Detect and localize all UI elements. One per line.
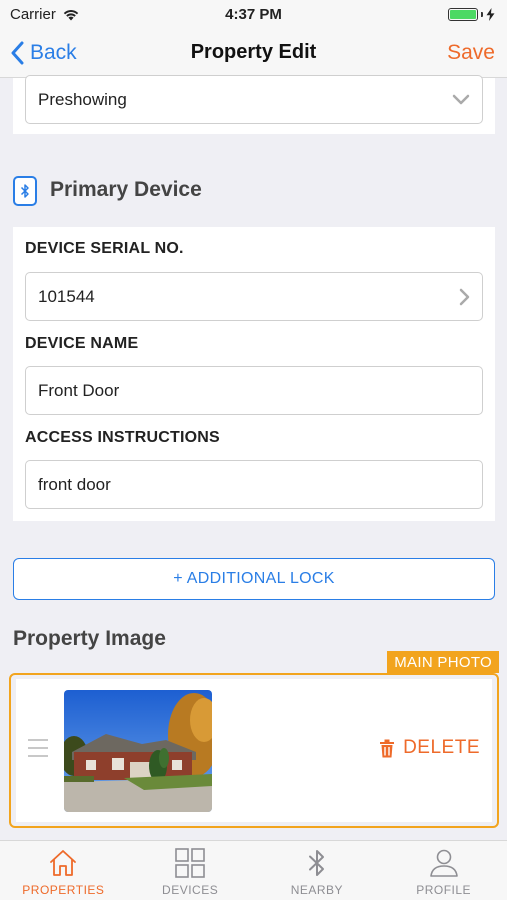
tab-profile[interactable]: PROFILE xyxy=(380,841,507,900)
device-name-label: DEVICE NAME xyxy=(25,335,139,352)
save-button[interactable]: Save xyxy=(447,28,495,78)
carrier-group: Carrier xyxy=(10,6,80,23)
tab-devices[interactable]: DEVICES xyxy=(127,841,254,900)
home-icon xyxy=(50,850,77,876)
back-label: Back xyxy=(30,41,77,64)
status-bar: Carrier 4:37 PM xyxy=(0,0,507,28)
tab-profile-label: PROFILE xyxy=(416,883,472,897)
bluetooth-device-icon xyxy=(13,176,37,206)
chevron-right-icon xyxy=(459,288,470,305)
page-title: Property Edit xyxy=(190,41,317,63)
person-icon xyxy=(429,849,458,877)
primary-device-card: DEVICE SERIAL NO. 101544 DEVICE NAME Fro… xyxy=(13,227,495,521)
drag-handle-icon[interactable] xyxy=(28,739,48,757)
wifi-icon xyxy=(63,9,79,20)
main-photo-frame: DELETE xyxy=(9,673,499,828)
tab-nearby[interactable]: NEARBY xyxy=(254,841,381,900)
property-image-title: Property Image xyxy=(13,627,166,650)
property-photo[interactable] xyxy=(64,690,212,812)
photo-row: DELETE xyxy=(16,679,492,822)
grid-icon xyxy=(175,848,205,878)
trash-icon xyxy=(380,739,395,757)
tab-nearby-label: NEARBY xyxy=(290,883,344,897)
device-name-value: Front Door xyxy=(38,380,120,400)
additional-lock-button[interactable]: + ADDITIONAL LOCK xyxy=(13,558,495,600)
carrier-label: Carrier xyxy=(10,5,56,23)
chevron-left-icon xyxy=(11,41,24,65)
status-select-value: Preshowing xyxy=(38,89,127,109)
tab-devices-label: DEVICES xyxy=(162,883,219,897)
main-photo-badge: MAIN PHOTO xyxy=(387,651,499,673)
access-instructions-label: ACCESS INSTRUCTIONS xyxy=(25,429,220,446)
delete-label: DELETE xyxy=(403,737,480,758)
access-instructions-value: front door xyxy=(38,474,111,494)
chevron-down-icon xyxy=(452,94,470,105)
bluetooth-icon xyxy=(308,850,324,876)
serial-label: DEVICE SERIAL NO. xyxy=(25,240,184,257)
tab-bar: PROPERTIES DEVICES NEARBY PROFILE xyxy=(0,840,507,900)
primary-device-title: Primary Device xyxy=(50,178,202,201)
battery-icon xyxy=(448,7,495,21)
access-instructions-field[interactable]: front door xyxy=(25,460,483,509)
device-name-field[interactable]: Front Door xyxy=(25,366,483,415)
charging-bolt-icon xyxy=(486,7,495,21)
tab-properties-label: PROPERTIES xyxy=(22,883,105,897)
serial-field[interactable]: 101544 xyxy=(25,272,483,321)
status-card: Preshowing xyxy=(13,75,495,134)
navigation-bar: Back Property Edit Save xyxy=(0,28,507,78)
status-select[interactable]: Preshowing xyxy=(25,75,483,124)
serial-value: 101544 xyxy=(38,286,95,306)
delete-photo-button[interactable]: DELETE xyxy=(379,737,480,759)
back-button[interactable]: Back xyxy=(10,28,77,78)
tab-properties[interactable]: PROPERTIES xyxy=(0,841,127,900)
